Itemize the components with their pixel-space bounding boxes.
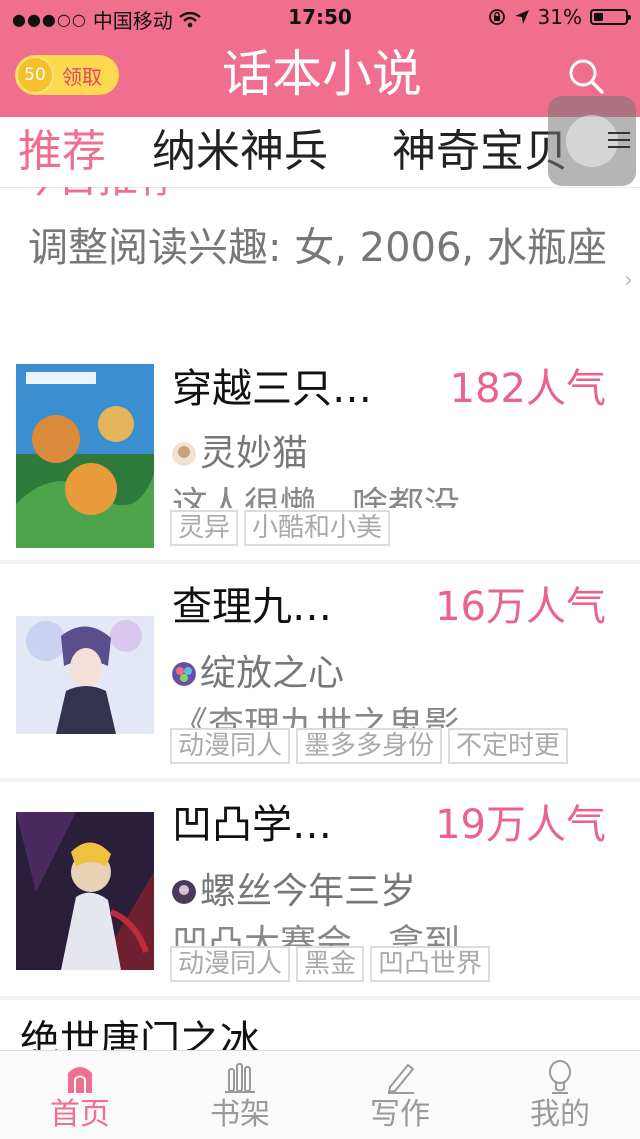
avatar (172, 880, 196, 904)
tab-bookshelf[interactable]: 书架 (160, 1051, 320, 1139)
author-row: 螺丝今年三岁 (172, 870, 416, 914)
book-description: 凹凸大赛会，拿到 (172, 923, 461, 946)
tab-label: 首页 (50, 1097, 110, 1132)
tab-write[interactable]: 写作 (320, 1051, 480, 1139)
tab-pokemon[interactable]: 神奇宝贝 (392, 125, 568, 179)
tag-list: 灵异 小酷和小美 (170, 510, 391, 546)
category-tabs: 推荐 纳米神兵 神奇宝贝 (0, 117, 640, 188)
tab-label: 书架 (210, 1097, 270, 1132)
avatar (172, 662, 196, 686)
coin-icon: 50 (16, 56, 54, 94)
tag-list: 动漫同人 墨多多身份 不定时更 (170, 728, 569, 764)
interest-settings-link[interactable]: 调整阅读兴趣: 女, 2006, 水瓶座 (28, 222, 618, 274)
tab-recommend[interactable]: 推荐 (18, 125, 106, 179)
popularity-count: 182人气 (449, 366, 606, 412)
rotation-lock-icon (488, 9, 505, 25)
bookshelf-icon (225, 1063, 255, 1093)
list-item[interactable]: 穿越三只… 182人气 灵妙猫 这人很懒，啥都没 灵异 小酷和小美 (0, 348, 640, 564)
profile-icon (549, 1060, 571, 1094)
location-icon (514, 10, 529, 24)
avatar (172, 442, 196, 466)
book-cover (16, 364, 154, 548)
battery-percent: 31% (537, 5, 582, 29)
list-item[interactable]: 绝世唐门之冰 (20, 1010, 620, 1050)
battery-icon (590, 9, 631, 25)
tag[interactable]: 灵异 (170, 510, 239, 546)
popularity-count: 16万人气 (435, 584, 606, 630)
section-title: 今日推荐 (18, 187, 178, 201)
tag[interactable]: 墨多多身份 (296, 728, 443, 764)
author-row: 绽放之心 (172, 652, 344, 696)
book-description: 《查理九世之鬼影 (172, 705, 461, 728)
tag[interactable]: 动漫同人 (170, 728, 291, 764)
tag[interactable]: 动漫同人 (170, 946, 291, 982)
tag[interactable]: 黑金 (296, 946, 365, 982)
tag-list: 动漫同人 黑金 凹凸世界 (170, 946, 491, 982)
tag[interactable]: 小酷和小美 (244, 510, 391, 546)
author-name: 螺丝今年三岁 (200, 871, 417, 912)
claim-coins-button[interactable]: 50 领取 (15, 55, 119, 95)
section-header: 今日推荐 (18, 187, 418, 203)
author-row: 灵妙猫 (172, 432, 308, 476)
tag[interactable]: 凹凸世界 (370, 946, 491, 982)
search-icon[interactable] (566, 56, 606, 96)
tab-mine[interactable]: 我的 (480, 1051, 640, 1139)
home-icon (68, 1067, 92, 1093)
tab-nano-weapon[interactable]: 纳米神兵 (152, 125, 328, 179)
bottom-tab-bar: 首页 书架 写作 我的 (0, 1050, 640, 1139)
assistive-touch-button[interactable] (548, 96, 636, 186)
tab-home[interactable]: 首页 (0, 1051, 160, 1139)
book-cover (16, 616, 154, 734)
pen-icon (387, 1063, 415, 1094)
book-title: 查理九… (172, 584, 332, 630)
tag[interactable]: 不定时更 (448, 728, 569, 764)
book-title: 凹凸学… (172, 802, 332, 848)
tab-label: 写作 (370, 1097, 430, 1132)
top-bar: ●●●○○ 中国移动 17:50 31% 50 领取 话本小说 (0, 0, 640, 117)
popularity-count: 19万人气 (435, 802, 606, 848)
chevron-right-icon: › (624, 268, 633, 293)
claim-label: 领取 (62, 64, 102, 89)
tab-label: 我的 (530, 1097, 590, 1132)
book-description: 这人很懒，啥都没 (172, 485, 461, 508)
app-title: 话本小说 (222, 45, 422, 103)
author-name: 灵妙猫 (200, 433, 309, 474)
book-cover (16, 812, 154, 970)
book-title: 穿越三只… (172, 366, 372, 412)
status-bar: ●●●○○ 中国移动 17:50 31% (0, 0, 640, 34)
menu-icon (608, 132, 630, 153)
list-item[interactable]: 凹凸学… 19万人气 螺丝今年三岁 凹凸大赛会，拿到 动漫同人 黑金 凹凸世界 (0, 784, 640, 1000)
list-item[interactable]: 查理九… 16万人气 绽放之心 《查理九世之鬼影 动漫同人 墨多多身份 不定时更 (0, 566, 640, 782)
book-title: 绝世唐门之冰 (20, 1018, 260, 1050)
coin-count: 50 (24, 65, 46, 85)
author-name: 绽放之心 (200, 653, 345, 694)
